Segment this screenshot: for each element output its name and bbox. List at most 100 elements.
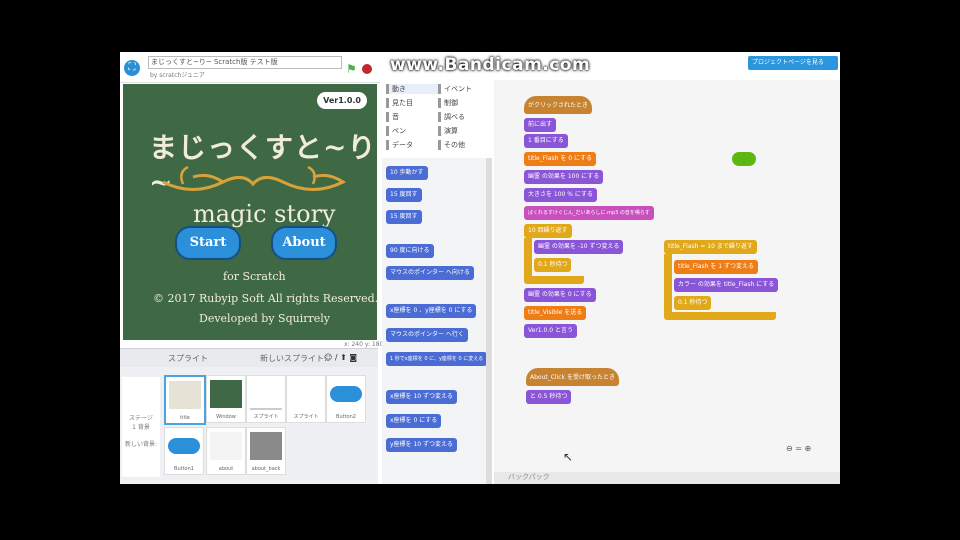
palette-block[interactable]: 90 度に向ける (386, 244, 434, 258)
project-title-field[interactable]: まじっくすと~り~ Scratch版 テスト版 (148, 56, 342, 69)
script-block[interactable]: 幽霊 の効果を 100 にする (524, 170, 604, 184)
script-block[interactable]: title_Visible を送る (524, 306, 587, 320)
category-label: 演算 (444, 127, 458, 135)
script-block[interactable]: title_Flash を 1 ずつ変える (674, 260, 758, 274)
start-button[interactable]: Start (175, 226, 241, 260)
project-header: ⛶ まじっくすと~り~ Scratch版 テスト版 by scratchジュニア… (120, 52, 380, 83)
author-label: by scratchジュニア (150, 72, 205, 79)
sprite-thumb-window[interactable]: Window (206, 375, 246, 423)
mouse-coordinates: x: 240 y: 180 (344, 341, 384, 348)
stage-thumbnail[interactable]: ステージ 1 背景 新しい背景: (122, 377, 160, 477)
zoom-controls[interactable]: ⊖ = ⊕ (786, 444, 811, 453)
palette-block[interactable]: x座標を 0 、y座標を 0 にする (386, 304, 477, 318)
category-events[interactable]: イベント (438, 84, 492, 94)
block-categories: 動き イベント 見た目 制御 音 調べる ペン 演算 データ その他 (382, 80, 492, 158)
category-label: 調べる (444, 113, 465, 121)
new-sprite-label: 新しいスプライト: (260, 354, 327, 363)
script-block[interactable]: 10 回繰り返す (524, 224, 572, 238)
stage-backdrop-count: 1 背景 (132, 424, 150, 431)
repeat-c-bottom (524, 276, 584, 284)
category-label: イベント (444, 85, 472, 93)
sprite-thumb-3[interactable]: スプライト (246, 375, 286, 423)
stop-icon[interactable] (362, 64, 372, 74)
green-flag-icon[interactable]: ⚑ (346, 62, 357, 76)
category-sound[interactable]: 音 (386, 112, 440, 122)
repeat-until-c-arm (664, 254, 672, 316)
sprite-image (290, 380, 322, 408)
script-block[interactable]: Ver1.0.0 と言う (524, 324, 577, 338)
script-block[interactable]: 幽霊 の効果を -10 ずつ変える (534, 240, 624, 254)
palette-block[interactable]: x座標を 10 ずつ変える (386, 390, 457, 404)
block-palette: 10 歩動かす 15 度回す 15 度回す 90 度に向ける マウスのポインター… (382, 158, 488, 484)
category-looks[interactable]: 見た目 (386, 98, 440, 108)
backpack-label: バックパック (508, 473, 550, 481)
sprite-thumb-about-back[interactable]: about_back (246, 427, 286, 475)
palette-block[interactable]: 15 度回す (386, 210, 422, 224)
script-block[interactable]: 前に出す (524, 118, 557, 132)
sprite-pane-header: スプライト 新しいスプライト: ☺ / ⬆ ◙ (120, 349, 378, 367)
category-more[interactable]: その他 (438, 140, 492, 150)
version-bubble: Ver1.0.0 (317, 92, 367, 109)
category-label: 見た目 (392, 99, 413, 107)
sprite-image (250, 432, 282, 460)
scratch-window: ⛶ まじっくすと~り~ Scratch版 テスト版 by scratchジュニア… (120, 52, 840, 484)
script-block[interactable]: title_Flash = 10 まで繰り返す (664, 240, 757, 254)
fullscreen-icon[interactable]: ⛶ (124, 60, 140, 76)
about-button[interactable]: About (271, 226, 337, 260)
sprite-label: about_back (251, 466, 281, 472)
sprite-image (168, 438, 200, 454)
category-operators[interactable]: 演算 (438, 126, 492, 136)
sprite-thumb-button1[interactable]: Button1 (164, 427, 204, 475)
script-block[interactable]: 大きさを 100 % にする (524, 188, 597, 202)
script-block[interactable]: 1 番目にする (524, 134, 568, 148)
palette-block[interactable]: マウスのポインター へ向ける (386, 266, 474, 280)
category-label: 音 (392, 113, 399, 121)
script-block[interactable]: title_Flash を 0 にする (524, 152, 597, 166)
credit-line-3: Developed by Squirrely (199, 312, 330, 325)
see-project-page-button[interactable]: プロジェクトページを見る (748, 56, 838, 70)
backpack-bar[interactable]: バックパック (494, 472, 840, 484)
palette-scrollbar[interactable] (486, 158, 492, 484)
bandicam-watermark: www.Bandicam.com (390, 55, 591, 75)
script-block[interactable]: がクリックされたとき (524, 96, 593, 114)
script-area[interactable]: プロジェクトページを見る がクリックされたとき 前に出す 1 番目にする tit… (494, 56, 840, 472)
sprite-label: about (218, 466, 234, 472)
script-block[interactable]: 幽霊 の効果を 0 にする (524, 288, 596, 302)
category-sensing[interactable]: 調べる (438, 112, 492, 122)
category-pen[interactable]: ペン (386, 126, 440, 136)
sprite-thumb-about[interactable]: about (206, 427, 246, 475)
category-motion[interactable]: 動き (386, 84, 440, 94)
sprite-label: title (180, 415, 190, 421)
sprite-image (169, 381, 201, 409)
credit-line-1: for Scratch (223, 270, 286, 283)
script-block[interactable]: カラー の効果を title_Flash にする (674, 278, 779, 292)
stage-subtitle: magic story (193, 200, 336, 228)
script-block[interactable]: 0.1 秒待つ (674, 296, 712, 310)
script-block[interactable]: 0.1 秒待つ (534, 258, 572, 272)
stage[interactable]: Ver1.0.0 まじっくすと~り~ magic story Start Abo… (123, 84, 377, 340)
repeat-until-c-bottom (664, 312, 776, 320)
category-control[interactable]: 制御 (438, 98, 492, 108)
floating-reporter[interactable] (732, 152, 756, 166)
new-sprite-tools-icon[interactable]: ☺ / ⬆ ◙ (324, 353, 357, 362)
sprite-image (250, 380, 282, 410)
palette-block[interactable]: 15 度回す (386, 188, 422, 202)
script-block[interactable]: と 0.5 秒待つ (526, 390, 572, 404)
new-backdrop-label: 新しい背景: (124, 441, 158, 448)
repeat-c-arm (524, 238, 532, 280)
palette-block[interactable]: 10 歩動かす (386, 166, 428, 180)
sprite-thumb-button2[interactable]: Button2 (326, 375, 366, 423)
sprite-pane: スプライト 新しいスプライト: ☺ / ⬆ ◙ ステージ 1 背景 新しい背景:… (120, 348, 378, 484)
category-label: その他 (444, 141, 465, 149)
category-label: 動き (392, 85, 406, 93)
sprite-thumb-4[interactable]: スプライト (286, 375, 326, 423)
script-block[interactable]: About_Click を受け取ったとき (526, 368, 619, 386)
palette-block[interactable]: x座標を 0 にする (386, 414, 442, 428)
sprite-thumb-title[interactable]: title (164, 375, 206, 425)
script-block[interactable]: ばくれるすけぐじん_だいあらしに.mp3 の音を鳴らす (524, 206, 654, 220)
category-data[interactable]: データ (386, 140, 440, 150)
palette-block[interactable]: 1 秒でx座標を 0 に、y座標を 0 に変える (386, 352, 488, 366)
palette-block[interactable]: マウスのポインター へ行く (386, 328, 468, 342)
credit-line-2: © 2017 Rubyip Soft All rights Reserved. (153, 292, 377, 305)
palette-block[interactable]: y座標を 10 ずつ変える (386, 438, 457, 452)
